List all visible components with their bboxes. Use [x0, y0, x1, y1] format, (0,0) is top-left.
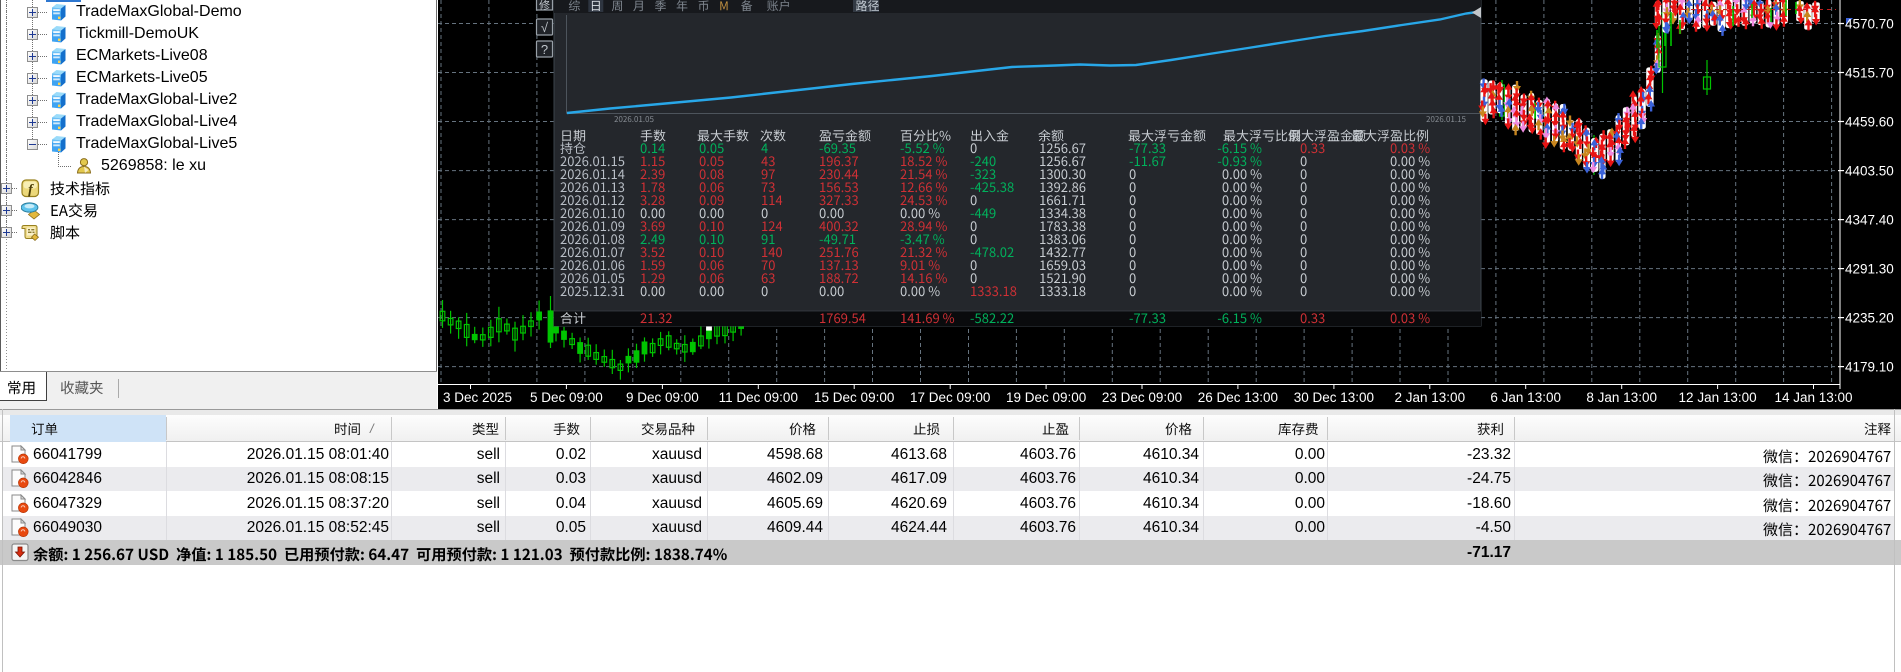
svg-text:12 Jan 13:00: 12 Jan 13:00	[1679, 390, 1757, 405]
svg-text:4347.40: 4347.40	[1845, 213, 1894, 228]
svg-text:26 Dec 13:00: 26 Dec 13:00	[1198, 390, 1278, 405]
svg-text:6 Jan 13:00: 6 Jan 13:00	[1490, 390, 1561, 405]
svg-text:2 Jan 13:00: 2 Jan 13:00	[1395, 390, 1466, 405]
svg-text:3 Dec 2025: 3 Dec 2025	[443, 390, 512, 405]
svg-text:4403.50: 4403.50	[1845, 164, 1894, 179]
svg-text:4459.60: 4459.60	[1845, 115, 1894, 130]
svg-text:4235.20: 4235.20	[1845, 311, 1894, 326]
svg-text:11 Dec 09:00: 11 Dec 09:00	[719, 390, 798, 405]
svg-text:17 Dec 09:00: 17 Dec 09:00	[910, 390, 990, 405]
svg-text:23 Dec 09:00: 23 Dec 09:00	[1102, 390, 1182, 405]
svg-text:4179.10: 4179.10	[1845, 360, 1894, 375]
svg-text:5 Dec 09:00: 5 Dec 09:00	[530, 390, 603, 405]
svg-text:19 Dec 09:00: 19 Dec 09:00	[1006, 390, 1086, 405]
svg-text:30 Dec 13:00: 30 Dec 13:00	[1294, 390, 1374, 405]
svg-text:?: ?	[541, 42, 548, 57]
svg-text:4291.30: 4291.30	[1845, 262, 1894, 277]
svg-text:8 Jan 13:00: 8 Jan 13:00	[1586, 390, 1657, 405]
svg-text:14 Jan 13:00: 14 Jan 13:00	[1774, 390, 1852, 405]
svg-text:15 Dec 09:00: 15 Dec 09:00	[814, 390, 894, 405]
svg-text:√: √	[541, 20, 549, 35]
svg-text:4570.70: 4570.70	[1845, 17, 1894, 32]
svg-text:9 Dec 09:00: 9 Dec 09:00	[626, 390, 699, 405]
svg-text:4515.70: 4515.70	[1845, 66, 1894, 81]
